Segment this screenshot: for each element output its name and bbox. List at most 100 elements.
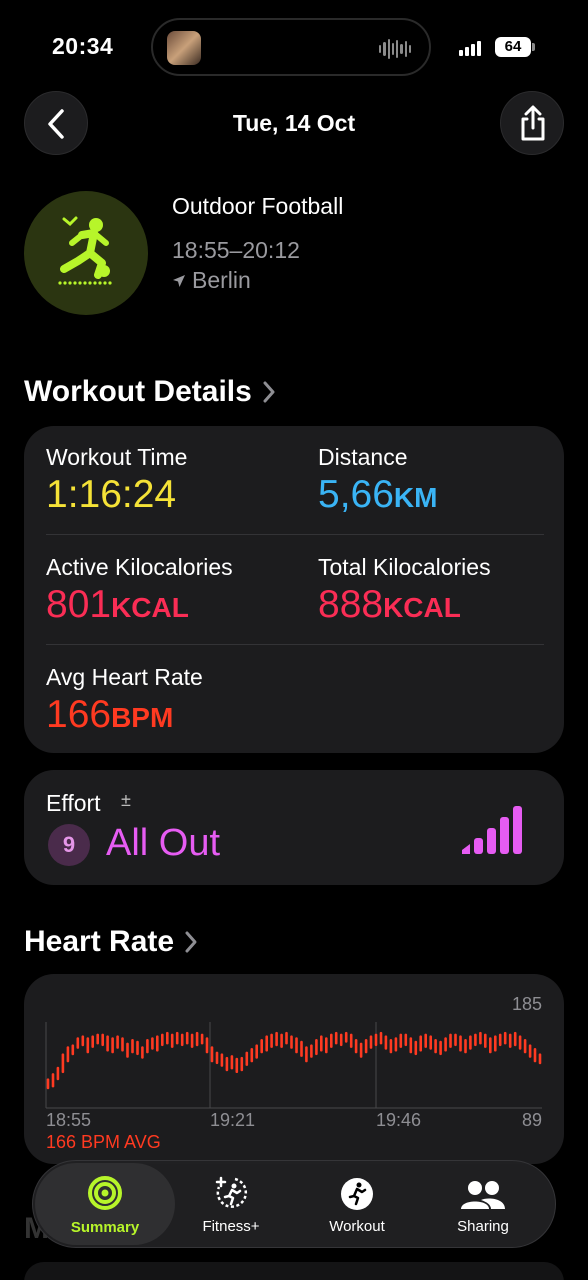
- heart-rate-heading[interactable]: Heart Rate: [24, 925, 198, 959]
- heart-rate-bar: [230, 1055, 234, 1070]
- effort-score-badge: 9: [48, 824, 90, 866]
- effort-adjust-icon[interactable]: ±: [121, 790, 131, 811]
- heart-rate-bar: [66, 1046, 70, 1063]
- avg-heart-rate-metric: Avg Heart Rate 166BPM: [46, 664, 203, 737]
- battery-icon: 64: [495, 37, 535, 57]
- heart-rate-bar: [156, 1035, 159, 1052]
- y-min-label: 89: [522, 1110, 542, 1130]
- heart-rate-bar: [136, 1040, 139, 1056]
- tab-label: Summary: [70, 1219, 140, 1236]
- active-kcal-value: 801: [46, 583, 112, 626]
- effort-card[interactable]: Effort ± 9 All Out: [24, 770, 564, 885]
- metric-label: Avg Heart Rate: [46, 664, 203, 690]
- heart-rate-bar: [349, 1033, 353, 1048]
- heart-rate-bar: [81, 1035, 85, 1047]
- heart-rate-bar: [523, 1039, 527, 1054]
- share-button[interactable]: [500, 91, 564, 155]
- heart-rate-bar: [56, 1066, 60, 1081]
- heart-rate-bar: [429, 1035, 432, 1050]
- metric-label: Workout Time: [46, 444, 188, 470]
- x-tick-label: 19:46: [376, 1110, 421, 1130]
- effort-rating-text: All Out: [106, 822, 221, 864]
- metric-value: 1:16:24: [46, 473, 187, 517]
- tab-workout[interactable]: Workout: [297, 1161, 417, 1249]
- heart-rate-bar: [474, 1033, 477, 1047]
- heart-rate-bar: [290, 1035, 293, 1049]
- heart-rate-bar: [384, 1035, 388, 1050]
- heart-rate-bar: [404, 1033, 408, 1047]
- heart-rate-bar: [265, 1035, 268, 1052]
- soccer-player-icon: [58, 216, 112, 285]
- heart-rate-bar: [354, 1039, 358, 1054]
- heart-rate-bar: [106, 1035, 109, 1052]
- tab-summary[interactable]: Summary: [35, 1163, 175, 1245]
- heart-rate-bar: [146, 1039, 149, 1054]
- heart-rate-bar: [180, 1033, 184, 1047]
- heart-rate-bar: [86, 1037, 90, 1054]
- tab-fitness-plus[interactable]: Fitness+: [171, 1161, 291, 1249]
- heart-rate-bar: [260, 1039, 263, 1054]
- heart-rate-bar: [508, 1033, 512, 1048]
- heart-rate-bar: [434, 1039, 437, 1054]
- heart-rate-bar: [389, 1039, 393, 1054]
- heart-rate-bar: [424, 1033, 427, 1048]
- divider: [46, 534, 544, 535]
- metric-value: 801KCAL: [46, 583, 233, 627]
- heart-rate-bar: [479, 1031, 482, 1045]
- heart-rate-bar: [409, 1037, 413, 1054]
- heart-rate-bar: [131, 1039, 134, 1054]
- metric-value: 5,66KM: [318, 473, 437, 517]
- heart-rate-bar: [210, 1046, 214, 1063]
- heart-rate-bar: [270, 1033, 273, 1048]
- activity-rings-icon: [88, 1176, 122, 1210]
- metric-label: Distance: [318, 444, 408, 470]
- heart-rate-bar: [285, 1031, 288, 1045]
- heart-rate-bar: [295, 1037, 298, 1054]
- tab-label: Fitness+: [202, 1218, 260, 1235]
- heart-rate-bar: [240, 1056, 244, 1072]
- heart-rate-bar: [315, 1039, 318, 1056]
- heart-rate-bar: [334, 1031, 338, 1045]
- heart-rate-bar: [111, 1037, 114, 1054]
- tab-sharing[interactable]: Sharing: [423, 1161, 543, 1249]
- workout-time-metric: Workout Time 1:16:24: [46, 444, 187, 517]
- heart-rate-card[interactable]: 185 89 18:55 19:21 19:46 166 BPM AVG: [24, 974, 564, 1164]
- heart-rate-bar: [444, 1037, 447, 1052]
- heart-rate-bar: [205, 1037, 209, 1054]
- heart-rate-bar: [369, 1035, 373, 1049]
- x-tick-label: 19:21: [210, 1110, 255, 1130]
- status-time: 20:34: [52, 33, 114, 59]
- heart-rate-bar: [330, 1033, 333, 1048]
- heart-rate-bar: [126, 1042, 129, 1058]
- heart-rate-bar: [245, 1051, 249, 1066]
- heart-rate-bar: [250, 1048, 254, 1063]
- metric-label: Active Kilocalories: [46, 554, 233, 580]
- effort-level-icon: [462, 806, 522, 854]
- tab-bar: Summary Fitness+ Workout Sharing: [32, 1160, 556, 1248]
- workout-details-card[interactable]: Workout Time 1:16:24 Distance 5,66KM Act…: [24, 426, 564, 753]
- heart-rate-bar: [96, 1033, 99, 1045]
- heart-rate-bar: [151, 1037, 154, 1050]
- workout-location: Berlin: [172, 267, 251, 294]
- heart-rate-bar: [300, 1040, 303, 1057]
- heart-rate-bar: [533, 1048, 537, 1063]
- heart-rate-bar: [141, 1046, 144, 1059]
- heart-rate-bar: [344, 1031, 348, 1043]
- heart-rate-bar: [364, 1039, 368, 1054]
- heart-rate-bar: [374, 1033, 378, 1047]
- distance-unit: KM: [393, 482, 438, 513]
- heart-rate-bar: [101, 1033, 104, 1047]
- heart-rate-bar: [275, 1031, 278, 1047]
- dynamic-island[interactable]: [151, 18, 431, 76]
- heart-rate-bar: [449, 1033, 452, 1048]
- workout-details-heading[interactable]: Workout Details: [24, 375, 276, 409]
- share-icon: [521, 105, 545, 141]
- heart-rate-bar: [528, 1044, 532, 1058]
- heart-rate-bar: [220, 1053, 224, 1067]
- total-kcal-metric: Total Kilocalories 888KCAL: [318, 554, 491, 627]
- heart-rate-title: Heart Rate: [24, 925, 175, 958]
- x-tick-label: 18:55: [46, 1110, 91, 1130]
- workout-name: Outdoor Football: [172, 193, 344, 219]
- heart-rate-bar: [394, 1037, 398, 1052]
- heart-rate-bar: [339, 1033, 343, 1047]
